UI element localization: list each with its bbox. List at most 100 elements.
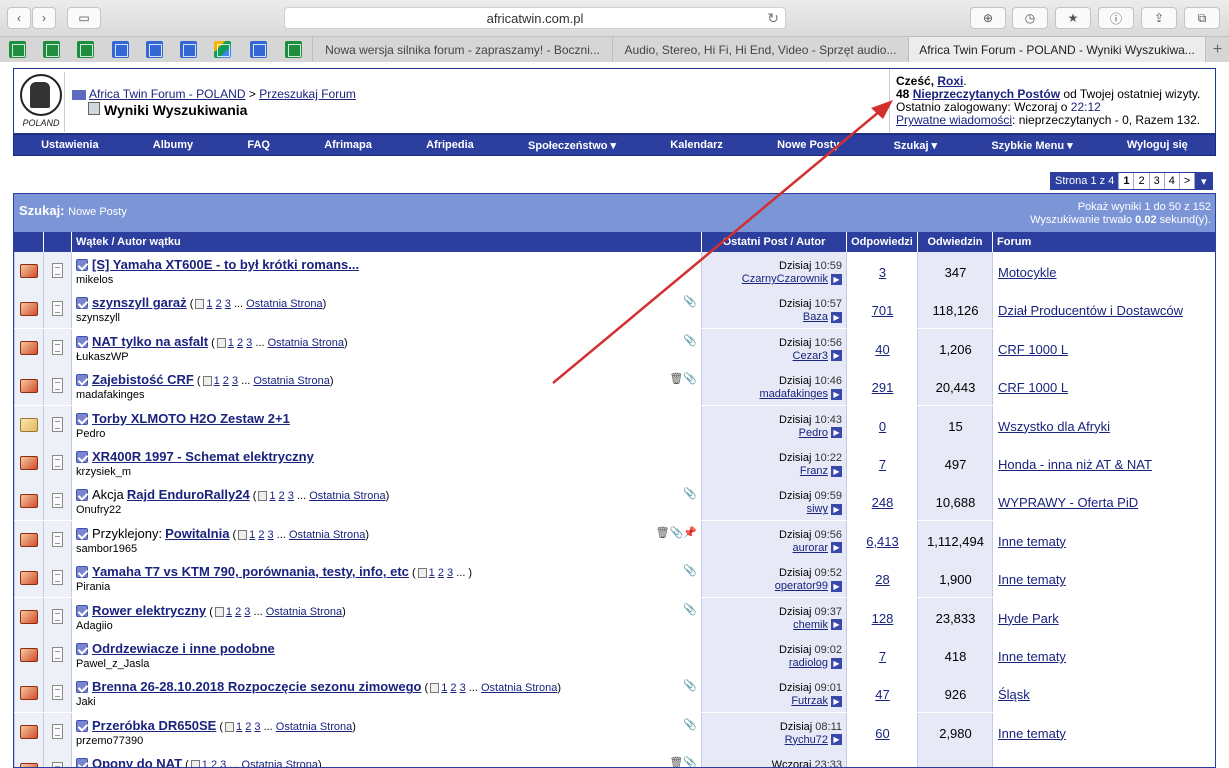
- thread-page-link[interactable]: 1: [202, 759, 208, 767]
- drive-icon[interactable]: [214, 41, 231, 58]
- col-forum-header[interactable]: Forum: [992, 232, 1215, 252]
- thread-page-link[interactable]: 1: [429, 567, 435, 579]
- thread-title-link[interactable]: Rower elektryczny: [92, 603, 206, 618]
- forum-link[interactable]: CRF 1000 L: [998, 342, 1068, 357]
- private-messages-link[interactable]: Prywatne wiadomości: [896, 113, 1012, 127]
- thread-page-link[interactable]: 1: [236, 721, 242, 733]
- go-to-last-post-icon[interactable]: ▶: [831, 695, 842, 707]
- replies-link[interactable]: 459: [847, 764, 918, 767]
- replies-link[interactable]: 7: [847, 649, 918, 664]
- sheets-icon[interactable]: [43, 41, 60, 58]
- replies-link[interactable]: 47: [847, 687, 918, 702]
- forum-link[interactable]: WYPRAWY - Oferta PiD: [998, 495, 1138, 510]
- replies-link[interactable]: 7: [847, 457, 918, 472]
- go-to-last-post-icon[interactable]: ▶: [831, 542, 842, 554]
- lastpost-author-link[interactable]: Pedro: [799, 427, 828, 439]
- new-tab-button[interactable]: +: [1205, 37, 1229, 62]
- tabs-overview-icon[interactable]: ⧉: [1184, 7, 1220, 29]
- nav-item-10[interactable]: Wyloguj się: [1127, 139, 1188, 151]
- forum-link[interactable]: Inne tematy: [998, 572, 1066, 587]
- bookmark-star-icon[interactable]: ★: [1055, 7, 1091, 29]
- forum-link[interactable]: Dział Producentów i Dostawców: [998, 303, 1183, 318]
- page-4-link[interactable]: 4: [1163, 173, 1179, 189]
- thread-page-link[interactable]: 3: [288, 490, 294, 502]
- replies-link[interactable]: 28: [847, 572, 918, 587]
- lastpost-author-link[interactable]: siwy: [807, 503, 828, 515]
- thread-author[interactable]: sambor1965: [76, 543, 137, 555]
- last-page-link[interactable]: Ostatnia Strona: [481, 682, 557, 694]
- go-to-last-post-icon[interactable]: ▶: [831, 311, 842, 323]
- sheets-icon[interactable]: [9, 41, 26, 58]
- lastpost-author-link[interactable]: Futrzak: [791, 695, 828, 707]
- thread-page-link[interactable]: 3: [268, 529, 274, 541]
- last-page-link[interactable]: Ostatnia Strona: [242, 759, 318, 767]
- page-2-link[interactable]: 2: [1133, 173, 1148, 189]
- thread-author[interactable]: ŁukaszWP: [76, 351, 129, 363]
- lastpost-author-link[interactable]: Franz: [800, 465, 828, 477]
- thread-page-link[interactable]: 3: [232, 375, 238, 387]
- nav-item-3[interactable]: Afrimapa: [324, 139, 372, 151]
- thread-page-link[interactable]: 2: [245, 721, 251, 733]
- forum-link[interactable]: Inne tematy: [998, 726, 1066, 741]
- lastpost-author-link[interactable]: CzarnyCzarownik: [742, 273, 828, 285]
- col-replies-header[interactable]: Odpowiedzi: [846, 232, 917, 252]
- docs-icon[interactable]: [146, 41, 163, 58]
- tab-africa-twin[interactable]: Africa Twin Forum - POLAND - Wyniki Wysz…: [908, 37, 1205, 62]
- thread-title-link[interactable]: XR400R 1997 - Schemat elektryczny: [92, 449, 314, 464]
- tab-audio[interactable]: Audio, Stereo, Hi Fi, Hi End, Video - Sp…: [612, 37, 908, 62]
- thread-author[interactable]: Onufry22: [76, 504, 121, 516]
- last-page-link[interactable]: Ostatnia Strona: [268, 337, 344, 349]
- replies-link[interactable]: 0: [847, 419, 918, 434]
- forum-link[interactable]: CRF 1000 L: [998, 764, 1068, 767]
- address-bar[interactable]: africatwin.com.pl ↻: [284, 7, 786, 29]
- sidebar-toggle-button[interactable]: ▭: [67, 7, 101, 29]
- thread-author[interactable]: madafakinges: [76, 389, 145, 401]
- go-to-last-post-icon[interactable]: ▶: [831, 580, 842, 592]
- go-to-last-post-icon[interactable]: ▶: [831, 350, 842, 362]
- last-page-link[interactable]: Ostatnia Strona: [266, 606, 342, 618]
- thread-page-link[interactable]: 3: [220, 759, 226, 767]
- nav-item-2[interactable]: FAQ: [247, 139, 270, 151]
- forum-link[interactable]: Hyde Park: [998, 611, 1059, 626]
- forum-logo[interactable]: POLAND: [17, 72, 65, 132]
- share-icon[interactable]: ⇪: [1141, 7, 1177, 29]
- thread-author[interactable]: Adagiio: [76, 620, 113, 632]
- unread-posts-link[interactable]: Nieprzeczytanych Postów: [913, 87, 1060, 101]
- username-link[interactable]: Roxi: [937, 74, 963, 88]
- docs-icon[interactable]: [112, 41, 129, 58]
- thread-author[interactable]: Pedro: [76, 428, 105, 440]
- thread-page-link[interactable]: 2: [223, 375, 229, 387]
- thread-page-link[interactable]: 2: [258, 529, 264, 541]
- thread-author[interactable]: mikelos: [76, 274, 113, 286]
- replies-link[interactable]: 248: [847, 495, 918, 510]
- thread-author[interactable]: Pawel_z_Jasla: [76, 658, 149, 670]
- thread-title-link[interactable]: Powitalnia: [165, 526, 229, 541]
- thread-page-link[interactable]: 2: [438, 567, 444, 579]
- thread-author[interactable]: przemo77390: [76, 735, 143, 747]
- nav-item-8[interactable]: Szukaj ▾: [894, 139, 937, 152]
- thread-page-link[interactable]: 2: [216, 298, 222, 310]
- thread-title-link[interactable]: Zajebistość CRF: [92, 372, 194, 387]
- replies-link[interactable]: 3: [847, 265, 918, 280]
- thread-page-link[interactable]: 1: [249, 529, 255, 541]
- go-to-last-post-icon[interactable]: ▶: [831, 427, 842, 439]
- lastpost-author-link[interactable]: radiolog: [789, 657, 828, 669]
- thread-page-link[interactable]: 1: [206, 298, 212, 310]
- thread-page-link[interactable]: 3: [254, 721, 260, 733]
- thread-title-link[interactable]: NAT tylko na asfalt: [92, 334, 208, 349]
- replies-link[interactable]: 701: [847, 303, 918, 318]
- forum-link[interactable]: Wszystko dla Afryki: [998, 419, 1110, 434]
- last-page-link[interactable]: Ostatnia Strona: [289, 529, 365, 541]
- thread-title-link[interactable]: Rajd EnduroRally24: [127, 487, 250, 502]
- nav-item-7[interactable]: Nowe Posty: [777, 139, 839, 151]
- thread-page-link[interactable]: 1: [228, 337, 234, 349]
- thread-page-link[interactable]: 1: [441, 682, 447, 694]
- last-page-link[interactable]: Ostatnia Strona: [253, 375, 329, 387]
- replies-link[interactable]: 60: [847, 726, 918, 741]
- thread-title-link[interactable]: Opony do NAT: [92, 756, 182, 767]
- col-lastpost-header[interactable]: Ostatni Post / Autor: [701, 232, 846, 252]
- docs-icon[interactable]: [180, 41, 197, 58]
- lastpost-author-link[interactable]: Cezar3: [793, 350, 828, 362]
- go-to-last-post-icon[interactable]: ▶: [831, 734, 842, 746]
- forum-link[interactable]: Motocykle: [998, 265, 1057, 280]
